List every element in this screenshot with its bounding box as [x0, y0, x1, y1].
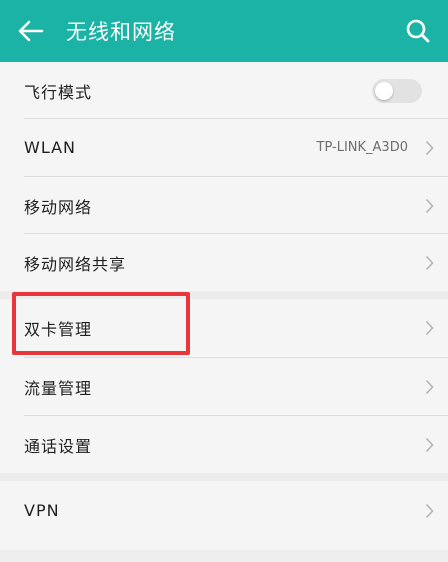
chevron-right-icon	[425, 140, 434, 155]
call-settings-row[interactable]: 通话设置	[0, 416, 448, 473]
highlight-box	[12, 292, 190, 355]
vpn-row[interactable]: VPN	[0, 482, 448, 539]
arrow-left-icon	[18, 20, 44, 42]
row-label: WLAN	[24, 138, 77, 157]
row-label: 移动网络共享	[24, 254, 127, 274]
row-label: 飞行模式	[24, 82, 93, 102]
wlan-value: TP-LINK_A3D0	[316, 140, 408, 155]
row-label: 移动网络	[24, 197, 93, 217]
row-label: 通话设置	[24, 436, 93, 456]
search-icon	[406, 19, 430, 43]
chevron-right-icon	[425, 320, 434, 335]
search-button[interactable]	[388, 0, 448, 62]
back-button[interactable]	[0, 0, 62, 62]
data-usage-row[interactable]: 流量管理	[0, 358, 448, 415]
airplane-mode-row[interactable]: 飞行模式	[0, 62, 448, 119]
chevron-right-icon	[425, 437, 434, 452]
mobile-network-row[interactable]: 移动网络	[0, 177, 448, 234]
chevron-right-icon	[425, 255, 434, 270]
group-separator	[0, 473, 448, 481]
chevron-right-icon	[425, 198, 434, 213]
toggle-knob	[375, 81, 393, 100]
wlan-row[interactable]: WLAN TP-LINK_A3D0	[0, 119, 448, 176]
chevron-right-icon	[425, 379, 434, 394]
row-label: VPN	[24, 501, 60, 520]
airplane-mode-toggle[interactable]	[372, 78, 422, 103]
mobile-hotspot-row[interactable]: 移动网络共享	[0, 234, 448, 291]
page-title: 无线和网络	[66, 20, 176, 44]
row-label: 流量管理	[24, 378, 93, 398]
app-bar: 无线和网络	[0, 0, 448, 62]
next-group-separator	[0, 550, 448, 562]
chevron-right-icon	[425, 503, 434, 518]
